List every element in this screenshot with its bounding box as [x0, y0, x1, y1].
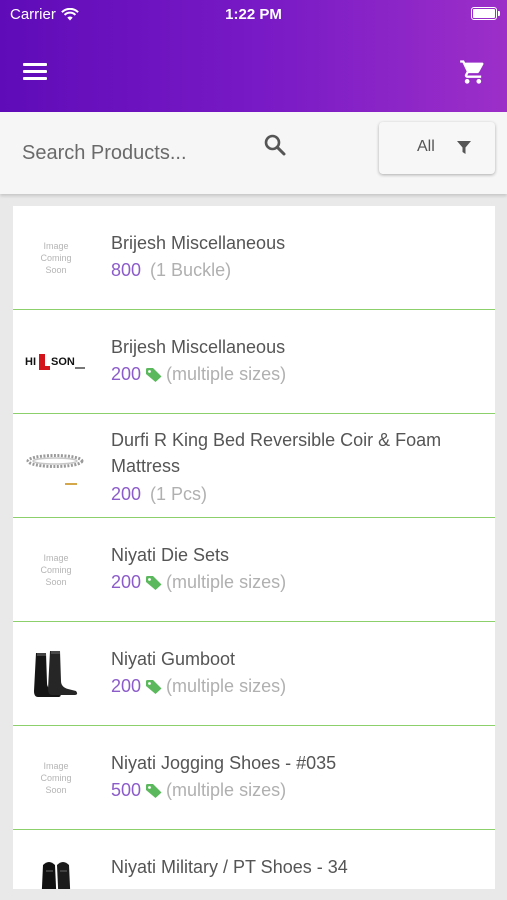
- gumboot-image: [34, 651, 78, 697]
- product-price-line: 200 (multiple sizes): [111, 676, 286, 697]
- product-price-line: 200 (multiple sizes): [111, 572, 286, 593]
- app-header: Carrier 1:22 PM: [0, 0, 507, 112]
- product-thumbnail-shoes: [25, 852, 87, 889]
- product-price: 500: [111, 780, 142, 800]
- product-name: Niyati Jogging Shoes - #035: [111, 753, 337, 773]
- status-bar: Carrier 1:22 PM: [0, 0, 507, 28]
- product-item[interactable]: Niyati Gumboot 200 (multiple sizes): [13, 622, 495, 726]
- filter-button[interactable]: All: [379, 122, 495, 174]
- product-price-line: 800 (1 Buckle): [111, 260, 231, 281]
- product-name: Brijesh Miscellaneous: [111, 233, 286, 253]
- product-price: 200: [111, 484, 142, 504]
- tag-icon: [146, 783, 162, 798]
- product-sizes: (multiple sizes): [166, 364, 287, 384]
- filter-label: All: [417, 138, 435, 155]
- tag-icon: [146, 367, 162, 382]
- product-price-line: 200 (multiple sizes): [111, 364, 286, 385]
- battery-icon: [471, 7, 500, 20]
- product-thumbnail-placeholder: Image Coming Soon: [25, 228, 87, 288]
- product-sizes: (multiple sizes): [166, 572, 287, 592]
- product-thumbnail-placeholder: Image Coming Soon: [25, 540, 87, 600]
- product-price: 800: [111, 260, 142, 280]
- product-price-line: 200 (1 Pcs): [111, 484, 207, 505]
- svg-text:HI: HI: [25, 356, 36, 368]
- product-unit: (1 Buckle): [150, 260, 232, 280]
- product-item[interactable]: Image Coming Soon Brijesh Miscellaneous …: [13, 206, 495, 310]
- product-sizes: (multiple sizes): [166, 676, 287, 696]
- tag-icon: [146, 679, 162, 694]
- menu-bar: [23, 70, 47, 73]
- tag-icon: [146, 575, 162, 590]
- product-list: Image Coming Soon Brijesh Miscellaneous …: [13, 206, 495, 889]
- product-name: Brijesh Miscellaneous: [111, 337, 286, 357]
- search-input[interactable]: [22, 138, 252, 168]
- product-price-line: 500 (multiple sizes): [111, 780, 286, 801]
- product-name: Niyati Military / PT Shoes - 34: [111, 857, 348, 877]
- hilson-logo-image: HI SON: [25, 354, 85, 370]
- product-sizes: (multiple sizes): [166, 780, 287, 800]
- product-item[interactable]: Image Coming Soon Niyati Jogging Shoes -…: [13, 726, 495, 830]
- filter-icon: [457, 141, 471, 154]
- product-item[interactable]: Niyati Military / PT Shoes - 34: [13, 830, 495, 889]
- product-unit: (1 Pcs): [150, 484, 208, 504]
- product-item[interactable]: Image Coming Soon Niyati Die Sets 200 (m…: [13, 518, 495, 622]
- product-thumbnail-hilson-logo: HI SON: [25, 332, 87, 392]
- placeholder-image-text: Image Coming Soon: [40, 761, 72, 795]
- menu-bar: [23, 63, 47, 66]
- product-thumbnail-bracelet: [25, 436, 87, 496]
- product-price: 200: [111, 364, 142, 384]
- placeholder-image-text: Image Coming Soon: [40, 553, 72, 587]
- svg-text:SON: SON: [51, 356, 75, 368]
- product-name: Niyati Gumboot: [111, 649, 236, 669]
- cart-icon[interactable]: [459, 58, 487, 86]
- placeholder-image-text: Image Coming Soon: [40, 241, 72, 275]
- product-price: 200: [111, 572, 142, 592]
- product-name: Durfi R King Bed Reversible Coir & Foam …: [111, 430, 442, 476]
- search-icon[interactable]: [263, 133, 287, 157]
- product-name: Niyati Die Sets: [111, 545, 230, 565]
- menu-button[interactable]: [23, 63, 47, 83]
- bracelet-image: [26, 454, 84, 485]
- product-price: 200: [111, 676, 142, 696]
- product-thumbnail-placeholder: Image Coming Soon: [25, 748, 87, 808]
- status-time: 1:22 PM: [225, 6, 282, 23]
- product-item[interactable]: Durfi R King Bed Reversible Coir & Foam …: [13, 414, 495, 518]
- product-item[interactable]: HI SON Brijesh Miscellaneous 200 (multip…: [13, 310, 495, 414]
- menu-bar: [23, 77, 47, 80]
- shoes-image: [41, 862, 71, 889]
- product-thumbnail-gumboot: [25, 644, 87, 704]
